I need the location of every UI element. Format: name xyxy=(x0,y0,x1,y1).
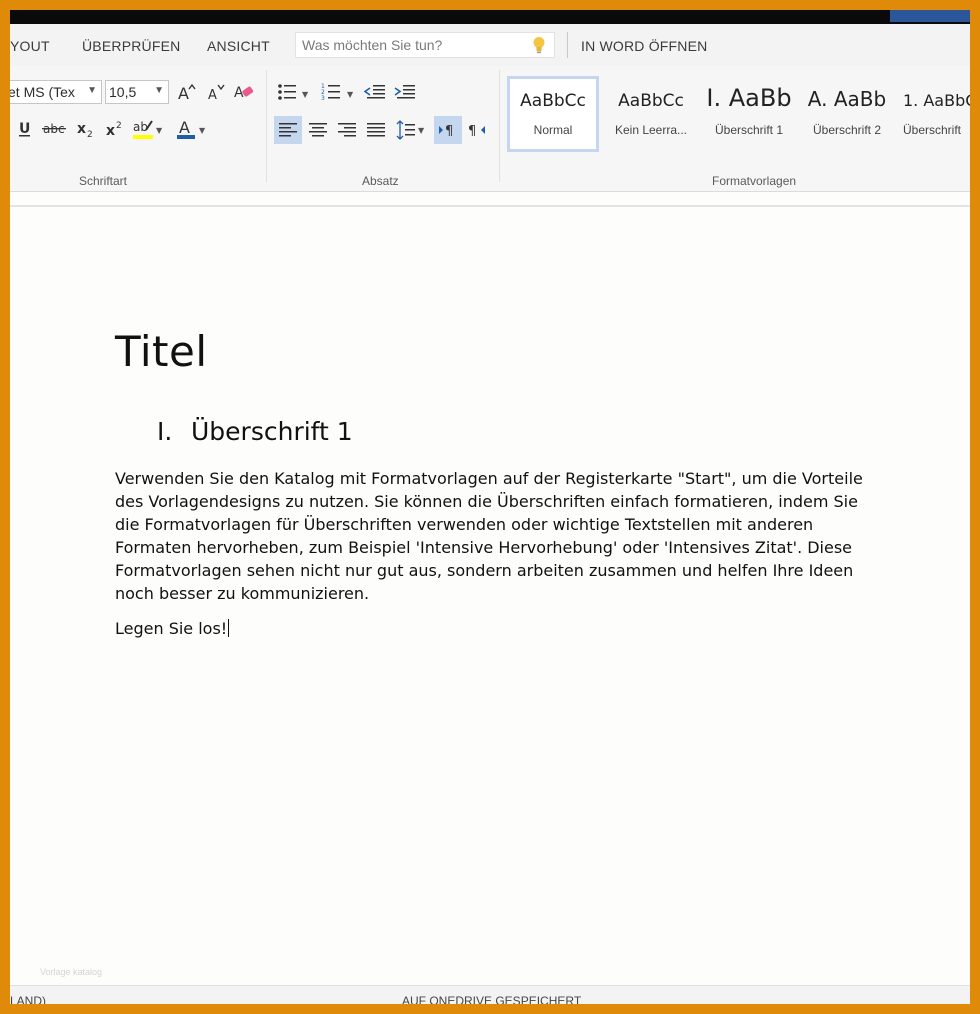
svg-text:x: x xyxy=(106,123,115,139)
svg-text:3: 3 xyxy=(321,95,325,102)
font-name-combo[interactable]: et MS (Tex ▼ xyxy=(10,80,102,104)
ribbon-home: et MS (Tex ▼ 10,5 ▼ A A A U abc x2 x2 ab xyxy=(10,66,970,192)
font-group-label: Schriftart xyxy=(79,174,128,188)
style-sample: I. AaBb xyxy=(706,84,792,112)
align-center-icon[interactable] xyxy=(304,116,332,144)
font-size-combo[interactable]: 10,5 ▼ xyxy=(105,80,169,104)
status-language[interactable]: LAND) xyxy=(10,994,46,1004)
font-size-value: 10,5 xyxy=(109,84,137,100)
svg-text:A: A xyxy=(208,88,217,101)
style-sample: A. AaBb xyxy=(807,87,887,111)
clear-formatting-icon[interactable]: A xyxy=(231,79,257,105)
chevron-down-icon[interactable]: ▼ xyxy=(302,90,308,99)
tab-review[interactable]: ÜBERPRÜFEN xyxy=(82,38,180,54)
style-heading-3[interactable]: 1. AaBbC Überschrift xyxy=(897,76,970,152)
rtl-icon[interactable]: ¶ xyxy=(463,116,491,144)
chevron-down-icon[interactable]: ▼ xyxy=(156,126,162,135)
group-separator xyxy=(499,70,500,182)
strikethrough-icon[interactable]: abc xyxy=(41,116,67,142)
watermark: Vorlage katalog xyxy=(40,967,103,977)
increase-indent-icon[interactable] xyxy=(392,79,418,105)
underline-icon[interactable]: U xyxy=(12,116,38,142)
align-right-icon[interactable] xyxy=(333,116,361,144)
account-area[interactable] xyxy=(890,10,970,22)
styles-gallery: AaBbCc Normal AaBbCc Kein Leerra... I. A… xyxy=(507,76,970,158)
chevron-down-icon[interactable]: ▼ xyxy=(87,85,97,96)
svg-text:¶: ¶ xyxy=(445,124,453,138)
document-closing-paragraph[interactable]: Legen Sie los! xyxy=(115,617,875,640)
svg-text:x: x xyxy=(77,121,86,137)
document-canvas[interactable]: Titel I. Überschrift 1 Verwenden Sie den … xyxy=(10,205,970,987)
heading-number: I. xyxy=(157,417,173,446)
svg-text:ab: ab xyxy=(133,120,148,134)
closing-text: Legen Sie los! xyxy=(115,619,228,638)
font-name-value: et MS (Tex xyxy=(10,84,75,100)
style-name: Überschrift 1 xyxy=(714,123,784,137)
svg-text:A: A xyxy=(178,84,189,101)
style-heading-2[interactable]: A. AaBb Überschrift 2 xyxy=(801,76,893,152)
numbering-icon[interactable]: 123 xyxy=(318,79,344,105)
style-name: Normal xyxy=(533,123,573,137)
style-no-spacing[interactable]: AaBbCc Kein Leerra... xyxy=(605,76,697,152)
document-title[interactable]: Titel xyxy=(115,327,208,376)
document-heading-1[interactable]: I. Überschrift 1 xyxy=(157,417,353,446)
lightbulb-icon xyxy=(533,37,545,54)
status-save-state: AUF ONEDRIVE GESPEICHERT xyxy=(402,994,582,1004)
style-name: Kein Leerra... xyxy=(614,123,688,137)
search-input[interactable] xyxy=(296,33,532,57)
document-body-paragraph[interactable]: Verwenden Sie den Katalog mit Formatvorl… xyxy=(115,467,875,605)
shrink-font-icon[interactable]: A xyxy=(202,79,228,105)
svg-text:2: 2 xyxy=(87,130,93,139)
svg-text:U: U xyxy=(19,121,30,137)
style-sample: AaBbCc xyxy=(618,91,684,111)
justify-icon[interactable] xyxy=(362,116,390,144)
line-spacing-icon[interactable] xyxy=(392,116,420,144)
superscript-icon[interactable]: x2 xyxy=(102,116,128,142)
align-left-icon[interactable] xyxy=(274,116,302,144)
tell-me-search[interactable] xyxy=(295,32,555,58)
grow-font-icon[interactable]: A xyxy=(173,79,199,105)
bullets-icon[interactable] xyxy=(274,79,300,105)
status-bar: LAND) AUF ONEDRIVE GESPEICHERT xyxy=(10,985,970,1004)
style-name: Überschrift xyxy=(903,123,962,137)
chevron-down-icon[interactable]: ▼ xyxy=(418,126,424,135)
subscript-icon[interactable]: x2 xyxy=(73,116,99,142)
title-bar xyxy=(10,10,970,24)
style-sample: AaBbCc xyxy=(520,91,586,111)
svg-text:A: A xyxy=(234,85,244,101)
style-sample: 1. AaBbC xyxy=(903,91,970,110)
svg-text:A: A xyxy=(179,118,190,137)
group-separator xyxy=(266,70,267,182)
decrease-indent-icon[interactable] xyxy=(362,79,388,105)
app-window: YOUT ÜBERPRÜFEN ANSICHT IN WORD ÖFFNEN e… xyxy=(10,10,970,1004)
chevron-down-icon[interactable]: ▼ xyxy=(154,85,164,96)
open-in-word-button[interactable]: IN WORD ÖFFNEN xyxy=(581,38,707,54)
style-normal[interactable]: AaBbCc Normal xyxy=(507,76,599,152)
text-cursor xyxy=(228,619,230,637)
style-heading-1[interactable]: I. AaBb Überschrift 1 xyxy=(703,76,795,152)
chevron-down-icon[interactable]: ▼ xyxy=(199,126,205,135)
style-name: Überschrift 2 xyxy=(812,123,882,137)
tab-view[interactable]: ANSICHT xyxy=(207,38,270,54)
paragraph-group-label: Absatz xyxy=(362,174,399,188)
heading-text: Überschrift 1 xyxy=(191,417,353,446)
chevron-down-icon[interactable]: ▼ xyxy=(347,90,353,99)
styles-group-label: Formatvorlagen xyxy=(712,174,797,188)
tab-layout[interactable]: YOUT xyxy=(10,38,50,54)
svg-text:¶: ¶ xyxy=(468,124,476,138)
svg-text:2: 2 xyxy=(116,121,122,131)
tab-separator xyxy=(567,32,568,58)
highlight-icon[interactable]: ab xyxy=(131,116,157,142)
ltr-icon[interactable]: ¶ xyxy=(434,116,462,144)
ribbon-tab-bar: YOUT ÜBERPRÜFEN ANSICHT IN WORD ÖFFNEN xyxy=(10,24,970,66)
font-color-icon[interactable]: A xyxy=(173,116,199,142)
